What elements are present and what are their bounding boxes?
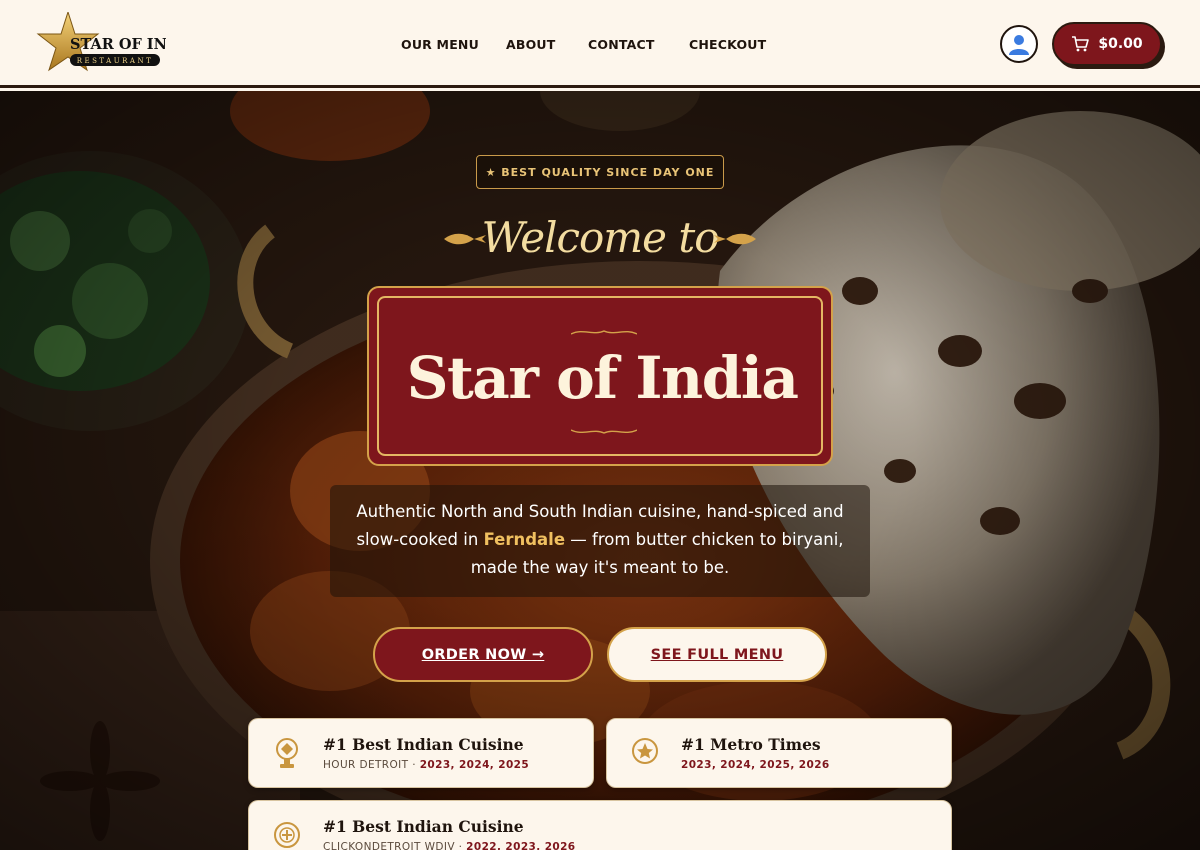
nav-about[interactable]: ABOUT [506,37,556,52]
cart-icon [1072,36,1090,52]
award-card: #1 Best Indian Cuisine CLICKONDETROIT WD… [248,800,952,850]
award-source: 2023, 2024, 2025, 2026 [681,759,830,771]
restaurant-title: Star of India [406,344,799,412]
award-title: #1 Best Indian Cuisine [323,735,524,754]
trophy-icon [276,738,298,768]
award-title: #1 Metro Times [681,735,821,754]
cart-button[interactable]: $0.00 [1052,22,1162,66]
user-icon [1009,35,1029,55]
bottom-swirl-icon [571,429,637,434]
award-source: HOUR DETROIT · 2023, 2024, 2025 [323,759,529,771]
right-flourish-icon [714,233,756,245]
tagline-line-2-after: — from butter chicken to biryani, [565,530,844,549]
site-header: STAR OF INDIA RESTAURANT OUR MENU ABOUT … [0,0,1200,88]
logo-name: STAR OF INDIA [70,36,166,53]
account-button[interactable] [1000,25,1038,63]
award-years: 2023, 2024, 2025 [419,759,530,771]
award-years: 2023, 2024, 2025, 2026 [681,759,830,771]
location-highlight: Ferndale [483,530,566,549]
award-source-name: CLICKONDETROIT WDIV · [323,841,467,850]
see-full-menu-button[interactable]: SEE FULL MENU [607,627,827,682]
logo-tag: RESTAURANT [77,57,154,65]
tagline-line-3: made the way it's meant to be. [470,558,730,577]
nav-our-menu[interactable]: OUR MENU [401,37,479,52]
plus-medal-icon [274,822,300,848]
restaurant-title-box: Star of India [367,286,833,466]
award-title: #1 Best Indian Cuisine [323,817,524,836]
nav-contact[interactable]: CONTACT [588,37,655,52]
star-medal-icon [632,738,658,764]
award-source: CLICKONDETROIT WDIV · 2022, 2023, 2026 [323,841,576,850]
welcome-text: Welcome to [481,213,719,262]
award-card: #1 Metro Times 2023, 2024, 2025, 2026 [606,718,952,788]
order-now-button[interactable]: ORDER NOW → [373,627,593,682]
title-inner-frame: Star of India [377,296,823,456]
cart-total: $0.00 [1098,36,1143,52]
quality-badge: ★ BEST QUALITY SINCE DAY ONE [476,155,724,189]
tagline-line-2: slow-cooked in Ferndale — from butter ch… [330,526,870,554]
top-swirl-icon [571,330,637,335]
star-of-india-logo: STAR OF INDIA RESTAURANT [36,12,166,72]
award-years: 2022, 2023, 2026 [466,841,576,850]
award-source-name: HOUR DETROIT · [323,759,420,771]
welcome-heading: Welcome to [430,203,770,273]
nav-checkout[interactable]: CHECKOUT [689,37,766,52]
award-card: #1 Best Indian Cuisine HOUR DETROIT · 20… [248,718,594,788]
tagline-line-2-before: slow-cooked in [356,530,484,549]
hero-tagline: Authentic North and South Indian cuisine… [330,485,870,597]
tagline-line-1: Authentic North and South Indian cuisine… [356,502,844,521]
hero-section: ★ BEST QUALITY SINCE DAY ONE Welcome to … [0,91,1200,850]
